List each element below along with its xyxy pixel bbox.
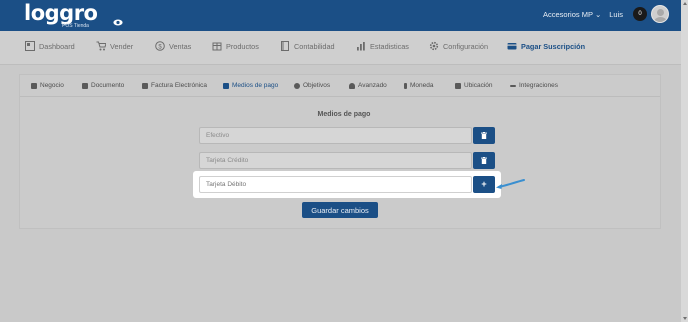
logo-subtitle: POS Tienda [62,23,89,29]
tab-label: Ubicación [464,82,493,89]
nav-item-estadisticas[interactable]: Estadisticas [356,41,409,51]
scroll-down-icon[interactable] [683,317,687,320]
tab-label: Integraciones [519,82,559,89]
main-nav: Dashboard Vender $ Ventas Productos Cont… [0,31,681,65]
tab-documento[interactable]: Documento [82,82,124,89]
book-icon [281,41,289,51]
save-changes-button[interactable]: Guardar cambios [302,202,378,218]
logo-text: loggro [24,1,98,25]
avatar[interactable] [651,5,669,23]
user-name[interactable]: Luis [609,10,623,19]
chevron-down-icon: ⌄ [594,9,602,19]
dashboard-icon [25,41,35,51]
invoice-icon [142,82,148,89]
nav-item-configuracion[interactable]: Configuración [429,41,488,51]
logo[interactable]: loggro POS Tienda [24,1,98,30]
settings-tabs: Negocio Documento Factura Electrónica Me… [20,75,660,97]
plus-icon: + [481,179,487,189]
nav-label: Configuración [443,41,489,51]
eye-icon[interactable] [113,19,123,26]
tab-label: Avanzado [358,82,387,89]
tab-moneda[interactable]: Moneda [404,82,434,89]
nav-label: Estadisticas [370,41,409,51]
nav-item-vender[interactable]: Vender [96,41,133,51]
tab-negocio[interactable]: Negocio [31,82,64,89]
map-icon [455,82,461,89]
section-title: Medios de pago [317,111,371,118]
payment-method-field[interactable]: Efectivo [199,127,472,144]
store-name: Accesorios MP [542,9,593,19]
scroll-up-icon[interactable] [683,2,687,5]
top-bar: loggro POS Tienda Accesorios MP ⌄ Luis 0 [0,0,681,31]
nav-item-ventas[interactable]: $ Ventas [155,41,191,51]
nav-label: Dashboard [39,41,75,51]
new-payment-method-row: + [199,176,495,193]
bar-chart-icon [357,42,365,51]
tab-label: Moneda [410,82,434,89]
dollar-circle-icon: $ [155,41,165,51]
gear-icon [429,41,439,51]
add-payment-method-button[interactable]: + [473,176,495,193]
dollar-icon [404,82,407,89]
payment-icon [223,82,229,89]
business-icon [31,82,37,89]
payment-method-field[interactable]: Tarjeta Crédito [199,152,472,169]
tab-ubicacion[interactable]: Ubicación [455,82,493,89]
tab-label: Negocio [40,82,64,89]
nav-item-dashboard[interactable]: Dashboard [25,41,75,51]
notification-badge[interactable]: 0 [633,7,647,21]
cart-icon [96,41,106,51]
delete-button[interactable] [473,152,495,169]
tab-medios-de-pago[interactable]: Medios de pago [223,82,278,89]
nav-item-pagar-suscripcion[interactable]: Pagar Suscripción [507,41,585,51]
tab-avanzado[interactable]: Avanzado [349,82,387,89]
page-scrollbar[interactable] [681,0,688,322]
tab-integraciones[interactable]: Integraciones [510,82,558,89]
link-icon [510,84,516,87]
document-icon [82,82,88,89]
nav-label: Contabilidad [294,41,335,51]
nav-item-contabilidad[interactable]: Contabilidad [280,41,335,51]
store-selector[interactable]: Accesorios MP ⌄ [543,10,601,19]
nav-label: Productos [226,41,259,51]
tab-objetivos[interactable]: Objetivos [294,82,330,89]
nav-label: Vender [110,41,134,51]
bell-icon [349,82,355,89]
nav-item-productos[interactable]: Productos [212,41,259,51]
pointer-arrow-icon [496,179,525,189]
trash-icon [481,157,487,164]
nav-label: Ventas [169,41,192,51]
tab-label: Factura Electrónica [151,82,207,89]
target-icon [294,82,300,89]
tab-label: Documento [91,82,125,89]
delete-button[interactable] [473,127,495,144]
box-icon [212,42,222,51]
trash-icon [481,132,487,139]
new-payment-method-input[interactable] [199,176,472,193]
tab-label: Medios de pago [232,82,279,89]
nav-label: Pagar Suscripción [521,41,586,51]
credit-card-icon [507,43,517,50]
payment-method-row: Tarjeta Crédito [199,152,495,169]
tab-factura-electronica[interactable]: Factura Electrónica [142,82,207,89]
tab-label: Objetivos [303,82,331,89]
payment-method-row: Efectivo [199,127,495,144]
